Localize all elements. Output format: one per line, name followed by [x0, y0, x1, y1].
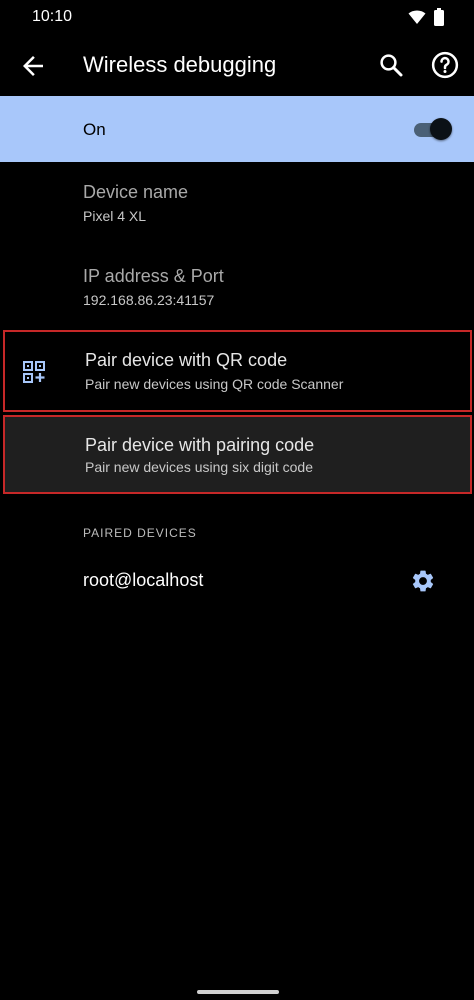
device-name-title: Device name [83, 182, 189, 202]
pair-qr-title: Pair device with QR code [85, 350, 288, 370]
arrow-back-icon[interactable] [18, 51, 48, 81]
settings-gear-icon[interactable] [410, 568, 436, 594]
master-toggle[interactable] [408, 116, 454, 142]
pair-pairing-code-preference[interactable]: Pair device with pairing code Pair new d… [3, 415, 472, 494]
ip-address-preference[interactable]: IP address & Port 192.168.86.23:41157 [0, 254, 474, 324]
master-switch-label: On [83, 120, 106, 139]
device-name-value: Pixel 4 XL [83, 208, 147, 224]
search-icon[interactable] [376, 50, 406, 80]
status-icons [408, 8, 444, 26]
qr-code-add-icon [23, 361, 45, 383]
master-switch-bar[interactable]: On [0, 96, 474, 162]
pair-qr-summary: Pair new devices using QR code Scanner [85, 376, 344, 392]
paired-device-name: root@localhost [83, 570, 204, 590]
ip-address-title: IP address & Port [83, 266, 224, 286]
pair-code-summary: Pair new devices using six digit code [85, 459, 314, 475]
help-icon[interactable] [430, 50, 460, 80]
battery-icon [434, 8, 444, 26]
paired-devices-header: PAIRED DEVICES [83, 526, 197, 540]
wifi-icon [408, 10, 426, 24]
paired-device-item[interactable]: root@localhost [0, 552, 474, 612]
status-time: 10:10 [32, 8, 73, 25]
status-bar: 10:10 [0, 0, 474, 34]
pair-code-title: Pair device with pairing code [85, 435, 315, 455]
page-title: Wireless debugging [83, 52, 277, 77]
ip-address-value: 192.168.86.23:41157 [83, 292, 215, 308]
pair-qr-code-preference[interactable]: Pair device with QR code Pair new device… [3, 330, 472, 412]
device-name-preference[interactable]: Device name Pixel 4 XL [0, 170, 474, 240]
toggle-thumb [430, 118, 452, 140]
app-bar: Wireless debugging [0, 34, 474, 96]
gesture-nav-handle[interactable] [197, 990, 279, 994]
